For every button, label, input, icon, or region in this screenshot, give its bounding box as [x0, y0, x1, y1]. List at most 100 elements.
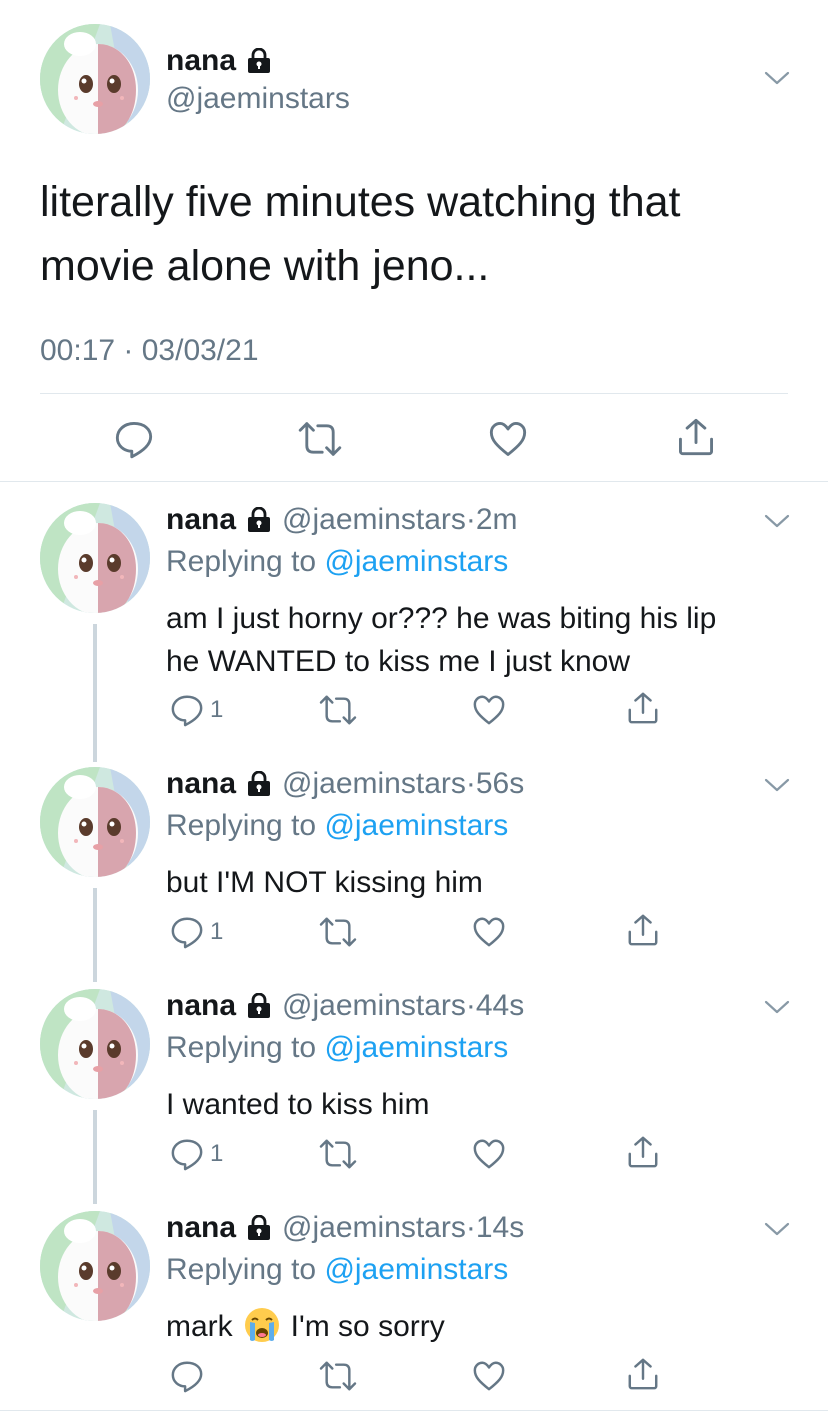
retweet-button[interactable]	[318, 1359, 358, 1393]
separator-dot: ·	[465, 989, 476, 1022]
reply-header: nana @jaeminstars · 44s	[166, 989, 524, 1023]
separator-dot: ·	[465, 1211, 476, 1244]
like-button[interactable]	[472, 693, 506, 727]
reply-tweet[interactable]: nana @jaeminstars · 56s Replying to @jae…	[0, 767, 828, 967]
lock-icon	[246, 993, 272, 1019]
tweet-age[interactable]: 2m	[476, 503, 518, 537]
author-name[interactable]: nana	[166, 767, 236, 801]
replying-to-label: Replying to	[166, 545, 325, 578]
divider	[40, 393, 788, 394]
divider	[0, 481, 828, 482]
retweet-button[interactable]	[318, 1137, 358, 1171]
tweet-age[interactable]: 56s	[476, 767, 524, 801]
chevron-down-icon[interactable]	[764, 513, 790, 529]
share-icon	[626, 1135, 660, 1169]
heart-icon	[472, 693, 506, 727]
replying-to: Replying to @jaeminstars	[166, 1253, 508, 1287]
tweet-text: mark I'm so sorry	[166, 1305, 786, 1348]
avatar[interactable]	[40, 503, 150, 613]
like-button[interactable]	[488, 419, 528, 459]
loudly-crying-face-icon	[243, 1306, 281, 1344]
tweet-timestamp[interactable]: 00:17 · 03/03/21	[40, 334, 259, 368]
tweet-text: but I'M NOT kissing him	[166, 861, 786, 904]
like-button[interactable]	[472, 1359, 506, 1393]
tweet-age[interactable]: 14s	[476, 1211, 524, 1245]
retweet-button[interactable]	[298, 419, 342, 459]
replying-to-label: Replying to	[166, 809, 325, 842]
mention-link[interactable]: @jaeminstars	[324, 1253, 508, 1286]
tweet-text-segment: I'm so sorry	[290, 1310, 445, 1343]
reply-tweet[interactable]: nana @jaeminstars · 14s Replying to @jae…	[0, 1211, 828, 1401]
lock-icon	[246, 771, 272, 797]
reply-button[interactable]: 1	[170, 1137, 223, 1171]
separator-dot: ·	[465, 503, 476, 536]
share-icon	[676, 417, 716, 457]
chevron-down-icon[interactable]	[764, 1221, 790, 1237]
share-button[interactable]	[626, 1135, 660, 1169]
share-button[interactable]	[626, 691, 660, 725]
avatar[interactable]	[40, 767, 150, 877]
reply-icon	[170, 915, 204, 949]
author-name[interactable]: nana	[166, 1211, 236, 1245]
share-button[interactable]	[626, 1357, 660, 1391]
author-name[interactable]: nana	[166, 989, 236, 1023]
retweet-icon	[318, 915, 358, 949]
chevron-down-icon[interactable]	[764, 70, 790, 86]
reply-button[interactable]	[170, 1359, 204, 1393]
reply-header: nana @jaeminstars · 56s	[166, 767, 524, 801]
retweet-icon	[318, 1137, 358, 1171]
like-button[interactable]	[472, 1137, 506, 1171]
reply-icon	[170, 1359, 204, 1393]
author-handle[interactable]: @jaeminstars	[282, 989, 466, 1023]
lock-icon	[246, 1215, 272, 1241]
reply-button[interactable]	[114, 419, 154, 459]
share-icon	[626, 913, 660, 947]
like-button[interactable]	[472, 915, 506, 949]
avatar[interactable]	[40, 24, 150, 134]
author-handle[interactable]: @jaeminstars	[282, 503, 466, 537]
tweet-age[interactable]: 44s	[476, 989, 524, 1023]
author-handle[interactable]: @jaeminstars	[282, 1211, 466, 1245]
avatar[interactable]	[40, 989, 150, 1099]
replying-to-label: Replying to	[166, 1031, 325, 1064]
mention-link[interactable]: @jaeminstars	[324, 545, 508, 578]
tweet-text-line: literally five minutes watching that	[40, 178, 681, 226]
main-tweet[interactable]: nana @jaeminstars literally five minutes…	[0, 0, 828, 480]
reply-tweet[interactable]: nana @jaeminstars · 2m Replying to @jaem…	[0, 503, 828, 753]
reply-header: nana @jaeminstars · 2m	[166, 503, 518, 537]
chevron-down-icon[interactable]	[764, 999, 790, 1015]
retweet-button[interactable]	[318, 915, 358, 949]
retweet-button[interactable]	[318, 693, 358, 727]
share-button[interactable]	[626, 913, 660, 947]
lock-icon	[246, 48, 272, 74]
author-handle[interactable]: @jaeminstars	[166, 82, 350, 116]
mention-link[interactable]: @jaeminstars	[324, 1031, 508, 1064]
mention-link[interactable]: @jaeminstars	[324, 809, 508, 842]
tweet-text-line: movie alone with jeno...	[40, 242, 490, 290]
tweet-text-line: he WANTED to kiss me I just know	[166, 645, 631, 678]
lock-icon	[246, 507, 272, 533]
reply-button[interactable]: 1	[170, 915, 223, 949]
author-name[interactable]: nana	[166, 44, 272, 78]
replying-to: Replying to @jaeminstars	[166, 545, 508, 579]
heart-icon	[488, 419, 528, 459]
replying-to: Replying to @jaeminstars	[166, 1031, 508, 1065]
avatar[interactable]	[40, 1211, 150, 1321]
chevron-down-icon[interactable]	[764, 777, 790, 793]
tweet-text: literally five minutes watching that mov…	[40, 170, 780, 298]
reply-tweet[interactable]: nana @jaeminstars · 44s Replying to @jae…	[0, 989, 828, 1189]
reply-icon	[170, 693, 204, 727]
author-name[interactable]: nana	[166, 503, 236, 537]
reply-button[interactable]: 1	[170, 693, 223, 727]
reply-count: 1	[210, 1140, 224, 1167]
reply-icon	[170, 1137, 204, 1171]
replying-to: Replying to @jaeminstars	[166, 809, 508, 843]
reply-count: 1	[210, 918, 224, 945]
author-handle[interactable]: @jaeminstars	[282, 767, 466, 801]
retweet-icon	[318, 693, 358, 727]
share-button[interactable]	[676, 417, 716, 457]
reply-header: nana @jaeminstars · 14s	[166, 1211, 524, 1245]
heart-icon	[472, 1359, 506, 1393]
divider	[0, 1410, 828, 1411]
retweet-icon	[318, 1359, 358, 1393]
